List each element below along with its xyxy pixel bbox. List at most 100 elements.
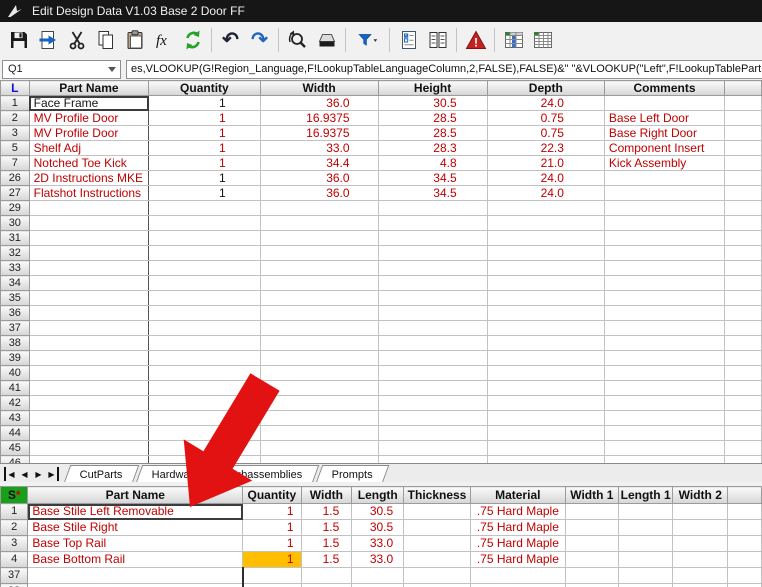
cell[interactable]: [259, 290, 379, 306]
column-header[interactable]: Part Name: [27, 486, 244, 504]
cell[interactable]: [724, 200, 762, 216]
cell[interactable]: 1: [148, 170, 261, 186]
cell[interactable]: [148, 425, 261, 441]
column-header[interactable]: [727, 486, 762, 504]
cell[interactable]: 4.8: [377, 155, 488, 171]
cell[interactable]: [486, 320, 605, 336]
cell[interactable]: Face Frame: [28, 95, 150, 111]
cell[interactable]: 16.9375: [259, 125, 379, 141]
cell[interactable]: [259, 380, 379, 396]
row-header[interactable]: 38: [0, 335, 30, 351]
row-header[interactable]: 42: [0, 395, 30, 411]
cell[interactable]: [603, 320, 726, 336]
cell[interactable]: .75 Hard Maple: [469, 519, 566, 536]
cell[interactable]: 1: [148, 140, 261, 156]
cell[interactable]: [259, 200, 379, 216]
cell[interactable]: [148, 275, 261, 291]
cell[interactable]: [724, 170, 762, 186]
cell[interactable]: [28, 275, 150, 291]
cell[interactable]: 1: [148, 125, 261, 141]
sheet-tab-hardware[interactable]: Hardware: [135, 465, 216, 483]
cell[interactable]: [148, 305, 261, 321]
cell[interactable]: 1: [148, 185, 261, 201]
cell[interactable]: [617, 519, 674, 536]
cell[interactable]: 2D Instructions MKE: [28, 170, 150, 186]
row-header[interactable]: 2: [0, 519, 29, 536]
cell[interactable]: [603, 185, 726, 201]
cell[interactable]: .75 Hard Maple: [469, 551, 566, 568]
cell[interactable]: Base Bottom Rail: [27, 551, 244, 568]
cell[interactable]: [259, 410, 379, 426]
cell[interactable]: Base Stile Right: [27, 519, 244, 536]
cell[interactable]: [403, 567, 471, 584]
cell[interactable]: [377, 260, 488, 276]
cell[interactable]: 30.5: [377, 95, 488, 111]
cell[interactable]: [727, 551, 762, 568]
cell[interactable]: Flatshot Instructions: [28, 185, 150, 201]
row-header[interactable]: 29: [0, 200, 30, 216]
cell[interactable]: [148, 380, 261, 396]
cell[interactable]: [259, 305, 379, 321]
row-header[interactable]: 33: [0, 260, 30, 276]
cell[interactable]: [724, 425, 762, 441]
cell[interactable]: [603, 170, 726, 186]
cell[interactable]: [148, 260, 261, 276]
cell[interactable]: [603, 245, 726, 261]
cell[interactable]: [377, 320, 488, 336]
row-header[interactable]: 30: [0, 215, 30, 231]
cell[interactable]: [486, 290, 605, 306]
cell[interactable]: [28, 245, 150, 261]
row-header[interactable]: 38: [0, 583, 29, 587]
cell[interactable]: [259, 395, 379, 411]
cell[interactable]: [28, 200, 150, 216]
cell[interactable]: [148, 230, 261, 246]
column-header[interactable]: Width: [259, 80, 379, 96]
cell[interactable]: [259, 320, 379, 336]
cell[interactable]: MV Profile Door: [28, 125, 150, 141]
cell[interactable]: [617, 567, 674, 584]
cell[interactable]: 36.0: [259, 170, 379, 186]
cell[interactable]: [486, 245, 605, 261]
cell[interactable]: [603, 365, 726, 381]
cell[interactable]: 0.75: [486, 125, 605, 141]
cell[interactable]: [603, 95, 726, 111]
cell[interactable]: 1: [148, 95, 261, 111]
cell[interactable]: [377, 365, 488, 381]
row-header[interactable]: 2: [0, 110, 30, 126]
tab-scroll-right-icon[interactable]: ▶: [32, 467, 45, 481]
cell[interactable]: [148, 350, 261, 366]
cell[interactable]: [351, 583, 405, 587]
tab-scroll-first-icon[interactable]: ◀: [4, 467, 17, 481]
row-header[interactable]: 44: [0, 425, 30, 441]
cell[interactable]: [486, 260, 605, 276]
column-header[interactable]: Quantity: [242, 486, 302, 504]
column-header[interactable]: Thickness: [403, 486, 471, 504]
column-header[interactable]: Width: [300, 486, 353, 504]
table-grid-button[interactable]: [528, 25, 557, 55]
cell[interactable]: [603, 200, 726, 216]
cell[interactable]: [724, 290, 762, 306]
row-header[interactable]: 1: [0, 95, 30, 111]
cell[interactable]: [148, 320, 261, 336]
cell[interactable]: 33.0: [351, 535, 405, 552]
undo-button[interactable]: ↶: [216, 25, 245, 55]
cell[interactable]: [727, 519, 762, 536]
cell[interactable]: Base Left Door: [603, 110, 726, 126]
row-header[interactable]: 32: [0, 245, 30, 261]
cell[interactable]: [377, 350, 488, 366]
cell[interactable]: [724, 140, 762, 156]
column-header[interactable]: Part Name: [28, 80, 150, 96]
cell[interactable]: [377, 380, 488, 396]
cell[interactable]: [377, 275, 488, 291]
cell[interactable]: 34.5: [377, 170, 488, 186]
cell[interactable]: [259, 440, 379, 456]
cell[interactable]: [259, 245, 379, 261]
cell[interactable]: [564, 503, 619, 520]
column-header[interactable]: Width 1: [564, 486, 619, 504]
copy-button[interactable]: [91, 25, 120, 55]
cell[interactable]: [148, 245, 261, 261]
cell[interactable]: 1.5: [300, 503, 353, 520]
cell[interactable]: .75 Hard Maple: [469, 535, 566, 552]
cell[interactable]: 21.0: [486, 155, 605, 171]
cell[interactable]: [148, 455, 261, 463]
